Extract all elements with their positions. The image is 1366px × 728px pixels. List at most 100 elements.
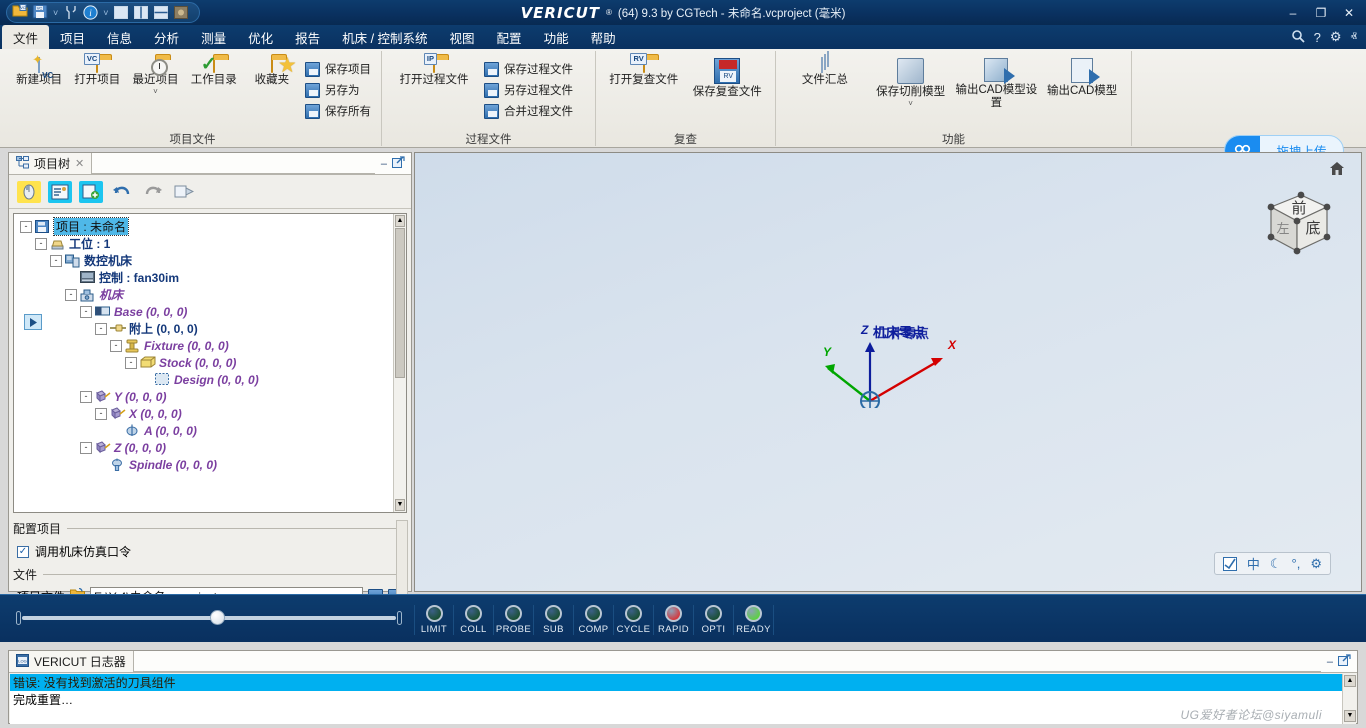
two-column-view-icon[interactable] <box>133 4 150 21</box>
new-project-button[interactable]: VC ✦ 新建项目 <box>10 52 68 87</box>
tree-node[interactable]: - Fixture (0, 0, 0) <box>20 337 406 354</box>
save-as-button[interactable]: 另存为 <box>301 81 375 99</box>
select-mode-button[interactable] <box>17 180 41 203</box>
export-cad-settings-button[interactable]: 输出CAD模型设置 <box>954 54 1040 110</box>
menu-item-file[interactable]: 文件 <box>2 25 50 49</box>
settings-gear-icon[interactable]: ⚙ <box>1330 29 1342 45</box>
chevron-down-icon[interactable]: ˅ <box>908 100 913 108</box>
tree-scroll-thumb[interactable] <box>395 228 405 378</box>
tree-expand-toggle[interactable]: - <box>95 322 107 335</box>
tree-node[interactable]: Spindle (0, 0, 0) <box>20 456 406 473</box>
tab-project-tree[interactable]: 项目树 ✕ <box>9 153 93 174</box>
menu-bar-tools[interactable]: ? ⚙ ⱏ <box>1291 25 1366 49</box>
status-light-cycle[interactable]: CYCLE <box>614 605 654 635</box>
menu-item-project[interactable]: 项目 <box>49 25 96 49</box>
two-row-view-icon[interactable] <box>153 4 170 21</box>
tree-node[interactable]: Design (0, 0, 0) <box>20 371 406 388</box>
tree-node[interactable]: - Stock (0, 0, 0) <box>20 354 406 371</box>
render-view-icon[interactable] <box>173 4 190 21</box>
log-message-list[interactable]: 错误: 没有找到激活的刀具组件 完成重置… ▲ ▼ UG爱好者论坛@siyamu… <box>10 674 1356 724</box>
open-project-button[interactable]: VC 打开项目 <box>68 53 126 87</box>
menu-item-function[interactable]: 功能 <box>533 25 580 49</box>
search-icon[interactable] <box>1291 29 1305 46</box>
close-button[interactable]: ✕ <box>1336 2 1362 23</box>
undo-button[interactable] <box>110 181 134 203</box>
status-light-rapid[interactable]: RAPID <box>654 605 694 635</box>
tree-scroll-down-button[interactable]: ▼ <box>395 499 405 511</box>
close-icon[interactable]: ✕ <box>75 157 84 170</box>
tree-node[interactable]: - X (0, 0, 0) <box>20 405 406 422</box>
status-light-comp[interactable]: COMP <box>574 605 614 635</box>
tree-expand-toggle[interactable]: - <box>35 237 47 250</box>
simulation-password-checkbox[interactable]: ✓ <box>17 545 29 558</box>
quick-access-dropdown-1[interactable]: ˅ <box>52 8 59 18</box>
merge-process-file-button[interactable]: 合并过程文件 <box>480 102 577 120</box>
tree-expand-toggle[interactable]: - <box>80 305 92 318</box>
tree-expand-toggle[interactable]: - <box>95 407 107 420</box>
add-component-button[interactable] <box>79 180 103 203</box>
status-light-ready[interactable]: READY <box>734 605 774 635</box>
export-cad-model-button[interactable]: 输出CAD模型 <box>1039 54 1125 98</box>
save-all-button[interactable]: 保存所有 <box>301 102 375 120</box>
quick-access-dropdown-2[interactable]: ˅ <box>102 8 109 18</box>
menu-item-analysis[interactable]: 分析 <box>143 25 190 49</box>
tree-node[interactable]: - 项目 : 未命名 <box>20 217 406 236</box>
info-icon[interactable]: i <box>82 4 99 21</box>
float-log-button[interactable] <box>1338 653 1351 670</box>
simulation-viewport[interactable]: 前 底 左 X Y Z 机床零点 工件零点 中 ☾ °, ⚙ <box>414 152 1362 592</box>
night-mode-icon[interactable]: ☾ <box>1270 556 1282 572</box>
minimize-log-button[interactable]: – <box>1327 656 1333 668</box>
tree-expand-toggle[interactable]: - <box>125 356 137 369</box>
tree-expand-toggle[interactable]: - <box>110 339 122 352</box>
single-view-icon[interactable] <box>113 4 130 21</box>
save-project-button[interactable]: 保存项目 <box>301 60 375 78</box>
save-project-icon[interactable]: VC <box>32 4 49 21</box>
viewport-toolbar[interactable]: 中 ☾ °, ⚙ <box>1213 552 1331 575</box>
status-light-probe[interactable]: PROBE <box>494 605 534 635</box>
tree-expand-toggle[interactable]: - <box>65 288 77 301</box>
tree-node[interactable]: - 附上 (0, 0, 0) <box>20 320 406 337</box>
log-scroll-up-button[interactable]: ▲ <box>1344 675 1356 687</box>
slider-knob[interactable] <box>210 610 225 625</box>
recent-projects-button[interactable]: 最近项目 ˅ <box>126 54 184 96</box>
language-icon[interactable]: 中 <box>1247 554 1260 573</box>
view-select-icon[interactable] <box>1222 556 1237 571</box>
menu-item-view[interactable]: 视图 <box>439 25 486 49</box>
active-setup-marker[interactable] <box>24 314 42 330</box>
favorites-button[interactable]: ★ 收藏夹 <box>243 54 301 87</box>
view-settings-gear-icon[interactable]: ⚙ <box>1310 556 1322 572</box>
working-directory-button[interactable]: ✓ 工作目录 <box>185 54 243 87</box>
tab-vericut-log[interactable]: LOG VERICUT 日志器 <box>9 651 134 672</box>
status-light-coll[interactable]: COLL <box>454 605 494 635</box>
project-tree-toolbar[interactable] <box>9 175 411 209</box>
status-light-sub[interactable]: SUB <box>534 605 574 635</box>
tree-node[interactable]: - 工位 : 1 <box>20 235 406 252</box>
menu-item-machine-control[interactable]: 机床 / 控制系统 <box>331 25 438 49</box>
log-window-buttons[interactable]: – <box>1320 651 1357 672</box>
home-icon[interactable] <box>1329 161 1345 180</box>
collapse-ribbon-icon[interactable]: ⱏ <box>1351 29 1357 45</box>
window-controls[interactable]: – ❐ ✕ <box>1280 0 1362 25</box>
minimize-button[interactable]: – <box>1280 2 1306 23</box>
export-tree-button[interactable] <box>172 181 196 203</box>
tree-node[interactable]: - Base (0, 0, 0) <box>20 303 406 320</box>
view-cube[interactable]: 前 底 左 <box>1255 185 1335 261</box>
save-process-file-button[interactable]: 保存过程文件 <box>480 60 577 78</box>
configure-component-button[interactable] <box>48 180 72 203</box>
log-scrollbar[interactable]: ▲ ▼ <box>1342 674 1356 724</box>
tree-expand-toggle[interactable]: - <box>80 390 92 403</box>
open-review-file-button[interactable]: RV 打开复查文件 <box>602 53 686 87</box>
speed-slider[interactable] <box>14 607 404 629</box>
file-summary-button[interactable]: 文件汇总 <box>782 54 868 87</box>
panel-window-buttons[interactable]: – <box>374 153 411 174</box>
restore-button[interactable]: ❐ <box>1308 2 1334 23</box>
redo-button[interactable] <box>141 181 165 203</box>
tree-node[interactable]: 控制 : fan30im <box>20 269 406 286</box>
tree-node[interactable]: - 机床 <box>20 286 406 303</box>
tree-expand-toggle[interactable]: - <box>80 441 92 454</box>
menu-item-optimize[interactable]: 优化 <box>237 25 284 49</box>
minimize-panel-button[interactable]: – <box>381 158 387 170</box>
tree-expand-toggle[interactable]: - <box>50 254 62 267</box>
menu-item-info[interactable]: 信息 <box>96 25 143 49</box>
tree-expand-toggle[interactable]: - <box>20 220 32 233</box>
